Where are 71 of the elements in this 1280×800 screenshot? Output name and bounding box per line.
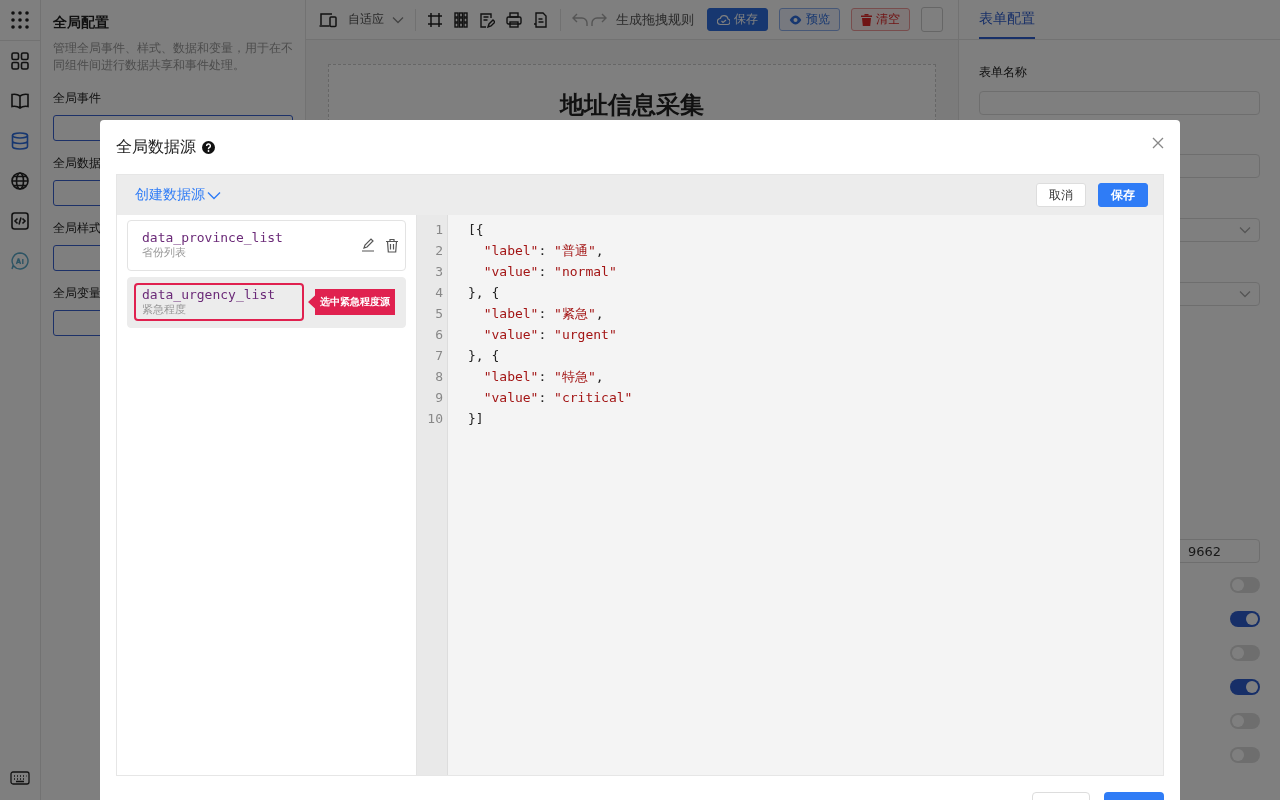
source-name: data_urgency_list	[142, 287, 277, 302]
chevron-down-icon	[1239, 226, 1251, 234]
apps-icon[interactable]	[10, 10, 30, 30]
close-icon[interactable]	[1152, 137, 1164, 149]
source-description: 省份列表	[142, 245, 187, 260]
document-icon[interactable]	[533, 11, 549, 28]
generate-rules-button[interactable]: 生成拖拽规则	[616, 10, 694, 29]
line-number: 3	[434, 263, 444, 281]
toolbar-button[interactable]: 保存	[707, 8, 768, 31]
create-menu[interactable]: 创建数据源	[135, 186, 221, 204]
callout: 选中紧急程度源	[308, 289, 395, 315]
field-label: 表单名称	[979, 64, 1028, 81]
toggle-switch[interactable]	[1230, 679, 1260, 695]
section-label: 全局变量	[53, 285, 101, 302]
grid-icon[interactable]	[454, 11, 468, 28]
chevron-down-icon	[207, 190, 221, 200]
chevron-down-icon	[392, 15, 404, 24]
panel-title: 全局配置	[53, 14, 110, 32]
code-line: }, {	[468, 284, 501, 302]
code-line: "value": "critical"	[482, 389, 633, 407]
code-line: "label": "特急",	[482, 368, 605, 386]
data-source-item[interactable]: data_urgency_list 紧急程度 选中紧急程度源	[127, 277, 406, 328]
data-source-item[interactable]: data_province_list 省份列表	[127, 220, 406, 271]
code-line: }, {	[468, 347, 501, 365]
section-label: 全局事件	[53, 90, 101, 107]
delete-icon[interactable]	[385, 237, 399, 253]
device-select[interactable]: 自适应	[348, 11, 404, 28]
code-line: "label": "普通",	[482, 242, 605, 260]
grid-icon[interactable]	[10, 51, 30, 71]
line-number: 4	[434, 284, 444, 302]
line-number: 7	[434, 347, 444, 365]
crop-icon[interactable]	[427, 11, 443, 28]
section-label: 全局样式	[53, 220, 101, 237]
save-button[interactable]: 保存	[1098, 183, 1148, 207]
globe-icon[interactable]	[10, 171, 30, 191]
line-number: 5	[434, 305, 444, 323]
source-name: data_province_list	[142, 230, 284, 245]
cancel-button[interactable]: 取消	[1036, 183, 1086, 207]
source-description: 紧急程度	[142, 302, 187, 317]
help-icon[interactable]	[202, 140, 215, 154]
line-number: 9	[434, 389, 444, 407]
cloud-icon	[717, 13, 730, 26]
trash-icon	[861, 13, 872, 26]
section-label: 全局数据	[53, 155, 101, 172]
code-line: }]	[468, 410, 485, 428]
code-icon[interactable]	[10, 211, 30, 231]
line-number: 6	[434, 326, 444, 344]
line-number: 1	[434, 221, 444, 239]
toolbar-button[interactable]: 清空	[851, 8, 910, 31]
code-editor[interactable]: 1 2 3 4 5 6 7 8 9 10 [{ "label": "普通", "value": "normal" }, { "label": "紧急", "value": "urgent" }, { "label": "特急", "value": "critical" }]	[416, 215, 1163, 775]
line-number: 8	[434, 368, 444, 386]
keyboard-icon[interactable]	[10, 771, 30, 785]
toggle-switch[interactable]	[1230, 611, 1260, 627]
code-line: "value": "urgent"	[482, 326, 618, 344]
edit-icon[interactable]	[361, 238, 375, 252]
dialog-title: 全局数据源	[116, 136, 196, 158]
edit-document-icon[interactable]	[479, 11, 495, 28]
book-icon[interactable]	[10, 91, 30, 111]
code-line: "label": "紧急",	[482, 305, 605, 323]
code-line: "value": "normal"	[482, 263, 618, 281]
chevron-down-icon	[1239, 290, 1251, 298]
print-icon[interactable]	[506, 11, 522, 28]
form-title: 地址信息采集	[558, 90, 705, 121]
device-icon[interactable]	[319, 11, 337, 28]
line-number: 2	[434, 242, 444, 260]
toolbar-button[interactable]: 预览	[779, 8, 840, 31]
eye-icon	[789, 14, 802, 25]
code-line: [{	[468, 221, 485, 239]
panel-tab[interactable]: 表单配置	[979, 0, 1035, 39]
database-icon[interactable]	[10, 131, 30, 151]
line-number: 10	[426, 410, 444, 428]
